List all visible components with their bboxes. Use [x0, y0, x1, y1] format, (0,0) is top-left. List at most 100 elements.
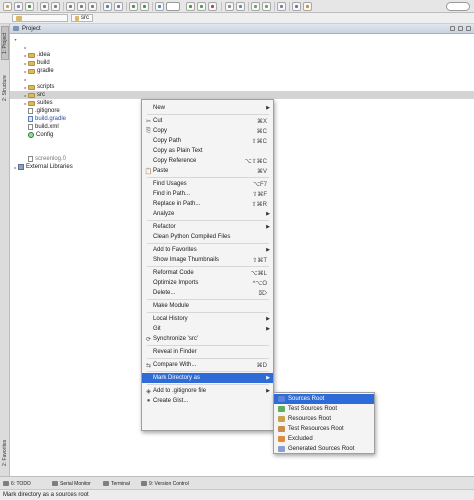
menu-item-mark-directory-as[interactable]: Mark Directory as ▶ — [142, 373, 273, 383]
folder-icon — [28, 100, 35, 106]
monitor-icon[interactable] — [277, 2, 286, 11]
forward-icon[interactable] — [140, 2, 149, 11]
menu-item-label: Paste — [153, 168, 169, 174]
hide-icon[interactable] — [466, 26, 471, 31]
submenu-arrow-icon: ▶ — [266, 316, 270, 322]
copy-icon[interactable] — [77, 2, 86, 11]
undo-icon[interactable] — [40, 2, 49, 11]
tab-structure[interactable]: 2: Structure — [1, 66, 9, 110]
menu-item-show-image-thumbnails[interactable]: Show Image Thumbnails ⇧⌘T — [142, 255, 273, 265]
menu-item-add-to-favorites[interactable]: Add to Favorites ▶ — [142, 245, 273, 255]
menu-item-copy-path[interactable]: Copy Path ⇧⌘C — [142, 136, 273, 146]
redo-icon[interactable] — [51, 2, 60, 11]
tree-item-idea[interactable]: ▸ .idea — [10, 51, 474, 59]
menu-item-reformat-code[interactable]: Reformat Code ⌥⌘L — [142, 268, 273, 278]
sdk-icon[interactable] — [251, 2, 260, 11]
debug-icon[interactable] — [197, 2, 206, 11]
tree-item-build[interactable]: ▸ build — [10, 59, 474, 67]
menu-item-replace-in-path[interactable]: Replace in Path... ⇧⌘R — [142, 199, 273, 209]
vcs-icon[interactable] — [303, 2, 312, 11]
run-config-combo[interactable] — [166, 2, 180, 11]
tree-item-scripts[interactable]: ▸ scripts — [10, 83, 474, 91]
menu-item-compare-with[interactable]: ⇆ Compare With... ⌘D — [142, 360, 273, 370]
menu-item-find-usages[interactable]: Find Usages ⌥F7 — [142, 179, 273, 189]
folder-icon — [28, 92, 35, 98]
tab-project[interactable]: 1: Project — [1, 26, 9, 60]
menu-item-local-history[interactable]: Local History ▶ — [142, 314, 273, 324]
todo-icon — [3, 481, 9, 486]
menu-item-create-gist[interactable]: ● Create Gist... — [142, 396, 273, 406]
folder-icon — [28, 84, 35, 90]
disclosure-triangle-icon[interactable]: ▸ — [23, 77, 28, 82]
menu-item-cut[interactable]: ✂ Cut ⌘X — [142, 116, 273, 126]
settings-icon[interactable] — [225, 2, 234, 11]
open-icon[interactable] — [3, 2, 12, 11]
find-icon[interactable] — [103, 2, 112, 11]
menu-item-add-to-gitignore-file[interactable]: ◈ Add to .gitignore file ▶ — [142, 386, 273, 396]
submenu-item-test-sources-root[interactable]: Test Sources Root — [274, 404, 374, 414]
menu-item-copy[interactable]: ⎘ Copy ⌘C — [142, 126, 273, 136]
folder-icon — [28, 68, 35, 74]
menu-item-find-in-path[interactable]: Find in Path... ⇧⌘F — [142, 189, 273, 199]
menu-item-refactor[interactable]: Refactor ▶ — [142, 222, 273, 232]
avd-icon[interactable] — [262, 2, 271, 11]
tab-label: 9: Version Control — [149, 480, 189, 487]
sync-icon[interactable] — [25, 2, 34, 11]
cut-icon[interactable] — [66, 2, 75, 11]
menu-separator — [147, 177, 269, 178]
tree-item-gradle[interactable]: ▸ gradle — [10, 67, 474, 75]
gear-icon[interactable] — [458, 26, 463, 31]
menu-item-analyze[interactable]: Analyze ▶ — [142, 209, 273, 219]
menu-item-git[interactable]: Git ▶ — [142, 324, 273, 334]
tree-item-label: build.gradle — [35, 116, 67, 122]
save-icon[interactable] — [14, 2, 23, 11]
menu-item-copy-reference[interactable]: Copy Reference ⌥⇧⌘C — [142, 156, 273, 166]
menu-item-paste[interactable]: 📋 Paste ⌘V — [142, 166, 273, 176]
tree-item[interactable]: ▸ — [10, 43, 474, 51]
tab-terminal[interactable]: Terminal — [103, 479, 130, 488]
paste-icon[interactable] — [88, 2, 97, 11]
search-everywhere-field[interactable] — [446, 2, 470, 11]
structure-icon[interactable] — [236, 2, 245, 11]
build-icon[interactable] — [155, 2, 164, 11]
disclosure-triangle-icon[interactable]: ▸ — [23, 45, 28, 50]
tab-favorites[interactable]: 2: Favorites — [1, 432, 9, 474]
help-icon[interactable] — [292, 2, 301, 11]
submenu-item-generated-sources-root[interactable]: Generated Sources Root — [274, 444, 374, 454]
terminal-icon — [103, 481, 109, 486]
submenu-item-test-resources-root[interactable]: Test Resources Root — [274, 424, 374, 434]
menu-item-delete[interactable]: Delete... ⌦ — [142, 288, 273, 298]
tree-item-label: External Libraries — [26, 164, 73, 170]
tab-9-version-control[interactable]: 9: Version Control — [141, 479, 189, 488]
toolbar-separator — [274, 2, 275, 11]
stop-icon[interactable] — [208, 2, 217, 11]
breadcrumb-src[interactable]: src — [71, 14, 93, 22]
tree-item[interactable]: ▾ — [10, 35, 474, 43]
tree-item-label: suites — [37, 100, 53, 106]
run-icon[interactable] — [186, 2, 195, 11]
replace-icon[interactable] — [114, 2, 123, 11]
menu-item-optimize-imports[interactable]: Optimize Imports ^⌥O — [142, 278, 273, 288]
menu-item-make-module[interactable]: Make Module — [142, 301, 273, 311]
tree-item[interactable]: ▸ — [10, 75, 474, 83]
menu-separator — [147, 371, 269, 372]
back-icon[interactable] — [129, 2, 138, 11]
menu-item-new[interactable]: New ▶ — [142, 103, 273, 113]
submenu-item-excluded[interactable]: Excluded — [274, 434, 374, 444]
submenu-item-sources-root[interactable]: Sources Root — [274, 394, 374, 404]
tab-serial-monitor[interactable]: Serial Monitor — [52, 479, 91, 488]
menu-item-synchronize-src[interactable]: ⟳ Synchronize 'src' — [142, 334, 273, 344]
menu-item-label: Local History — [153, 316, 188, 322]
menu-item-label: Show Image Thumbnails — [153, 257, 219, 263]
generated-sources-root-folder-icon — [278, 446, 285, 452]
disclosure-triangle-icon[interactable]: ▾ — [13, 37, 18, 42]
tab-6-todo[interactable]: 6: TODO — [3, 479, 31, 488]
menu-item-copy-as-plain-text[interactable]: Copy as Plain Text — [142, 146, 273, 156]
menu-item-reveal-in-finder[interactable]: Reveal in Finder — [142, 347, 273, 357]
breadcrumb-root[interactable] — [12, 14, 68, 22]
tree-item-src[interactable]: ▸ src — [10, 91, 474, 99]
menu-item-clean-python-compiled-files[interactable]: Clean Python Compiled Files — [142, 232, 273, 242]
sync-icon[interactable] — [450, 26, 455, 31]
submenu-item-resources-root[interactable]: Resources Root — [274, 414, 374, 424]
menu-item-shortcut: ⌥F7 — [253, 181, 267, 188]
